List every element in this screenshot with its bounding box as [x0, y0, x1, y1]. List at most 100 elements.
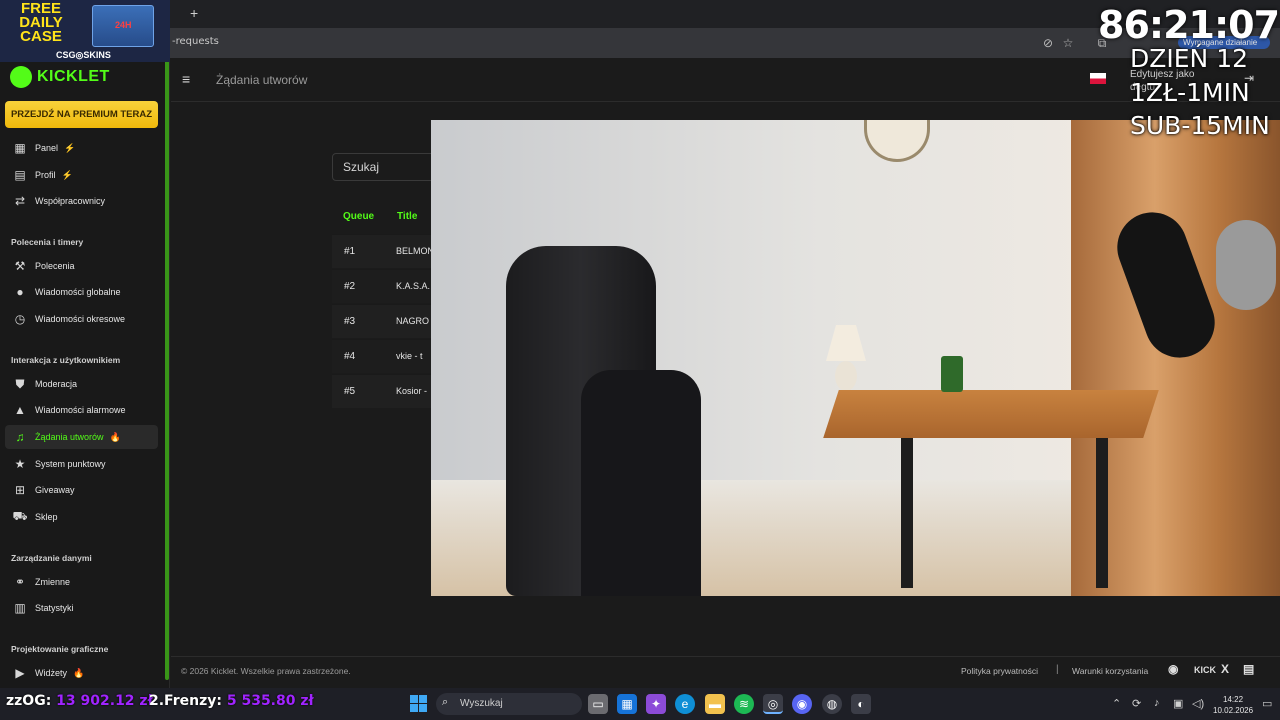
sidebar-scrollbar[interactable]: [165, 60, 169, 680]
footer-separator: |: [1056, 664, 1059, 675]
sidebar-item-shop[interactable]: ⛟ Sklep: [5, 505, 158, 529]
sidebar-item-label: Wiadomości alarmowe: [35, 405, 126, 415]
sidebar-item-label: Zmienne: [35, 577, 71, 587]
column-header-title[interactable]: Title: [397, 211, 417, 222]
chat-icon: ●: [16, 285, 24, 299]
sub-rate: SUB-15MIN: [1130, 111, 1270, 140]
new-tab-button[interactable]: +: [190, 5, 198, 21]
queue-cell: #1: [344, 246, 356, 257]
windows-start-icon[interactable]: [410, 695, 427, 712]
kick-link[interactable]: KICK: [1194, 665, 1216, 675]
copilot-icon[interactable]: ✦: [646, 694, 666, 714]
star-icon[interactable]: ☆: [1060, 35, 1076, 51]
edge-icon[interactable]: e: [675, 694, 695, 714]
file-explorer-icon[interactable]: ▬: [705, 694, 725, 714]
search-icon: ⌕: [442, 696, 449, 708]
search-input[interactable]: Szukaj: [332, 153, 442, 181]
spotify-icon[interactable]: ≋: [734, 694, 754, 714]
microphone-icon[interactable]: ♪: [1154, 697, 1160, 709]
microphone: [1216, 220, 1276, 310]
sidebar-item-points[interactable]: ★ System punktowy: [5, 452, 158, 476]
menu-toggle-icon[interactable]: ≡: [182, 71, 190, 87]
gift-icon: ⊞: [14, 483, 26, 497]
sidebar-item-label: Polecenia: [35, 261, 75, 271]
discord-icon[interactable]: ◉: [1168, 662, 1178, 676]
system-time: 14:22: [1223, 695, 1244, 704]
sidebar-item-periodic-messages[interactable]: ◷ Wiadomości okresowe: [5, 307, 158, 331]
lamp-base: [835, 361, 857, 391]
promo-banner: FREE DAILY CASE 24H CSG◎SKINS: [0, 0, 170, 62]
sidebar-item-variables[interactable]: ⚭ Zmienne: [5, 570, 158, 594]
sidebar-item-alerts[interactable]: ▲ Wiadomości alarmowe: [5, 398, 158, 422]
privacy-link[interactable]: Polityka prywatności: [961, 666, 1038, 676]
subathon-timer: 86:21:07: [1098, 3, 1280, 47]
case-box-label: 24H: [115, 20, 132, 30]
volume-icon[interactable]: ◁): [1192, 697, 1204, 710]
sidebar-item-collaborators[interactable]: ⇄ Współpracownicy: [5, 189, 158, 213]
sidebar-item-commands[interactable]: ⚒ Polecenia: [5, 254, 158, 278]
music-icon: ♫: [15, 430, 25, 444]
obs-icon[interactable]: ◍: [822, 694, 842, 714]
sidebar-item-statistics[interactable]: ▥ Statystyki: [5, 596, 158, 620]
discord-taskbar-icon[interactable]: ◉: [792, 694, 812, 714]
terms-link[interactable]: Warunki korzystania: [1072, 666, 1148, 676]
sidebar-item-widgets[interactable]: ▶ Widżety 🔥: [5, 661, 158, 685]
stat-zzog: zzOG: 13 902.12 zł: [6, 693, 153, 709]
table-row[interactable]: #3 NAGRO: [332, 304, 442, 338]
sidebar-item-label: Żądania utworów: [35, 432, 104, 442]
bar-chart-icon: ▥: [14, 601, 26, 615]
column-header-queue[interactable]: Queue: [343, 211, 374, 222]
clock-icon: ◷: [14, 312, 26, 326]
kicklet-logo-icon: [10, 66, 32, 88]
section-title: Interakcja z użytkownikiem: [11, 355, 121, 365]
brand[interactable]: KICKLET: [10, 66, 110, 88]
link-icon: ⚭: [14, 575, 26, 589]
sidebar-item-giveaway[interactable]: ⊞ Giveaway: [5, 478, 158, 502]
x-link[interactable]: X: [1221, 662, 1229, 676]
table-row[interactable]: #2 K.A.S.A.: [332, 269, 442, 303]
sidebar-item-panel[interactable]: ▦ Panel ⚡: [5, 136, 158, 160]
section-title: Zarządzanie danymi: [11, 553, 92, 563]
collaborators-icon: ⇄: [14, 194, 26, 208]
taskbar-search[interactable]: Wyszukaj: [436, 693, 582, 715]
sidebar-item-global-messages[interactable]: ● Wiadomości globalne: [5, 280, 158, 304]
promo-brand: CSG◎SKINS: [56, 50, 111, 60]
sidebar-item-label: Profil: [35, 170, 56, 180]
document-icon[interactable]: ▤: [1243, 662, 1254, 676]
main-header: [171, 58, 1280, 102]
webcam-app-icon[interactable]: ◐: [851, 694, 871, 714]
star-icon: ★: [14, 457, 26, 471]
task-view-icon[interactable]: ▭: [588, 694, 608, 714]
chrome-icon[interactable]: ◎: [763, 694, 783, 714]
cart-icon: ⛟: [12, 509, 28, 523]
table-row[interactable]: #1 BELMON: [332, 234, 442, 268]
dining-table: [823, 390, 1159, 438]
store-icon[interactable]: ▦: [617, 694, 637, 714]
sidebar-item-profile[interactable]: ▤ Profil ⚡: [5, 163, 158, 187]
network-icon[interactable]: ▣: [1173, 697, 1183, 710]
green-mug: [941, 356, 963, 392]
title-cell: NAGRO: [396, 316, 430, 326]
stat-frenzy: 2.Frenzy: 5 535.80 zł: [149, 693, 314, 709]
sidebar-item-moderation[interactable]: ⛊ Moderacja: [5, 372, 158, 396]
table-row[interactable]: #4 vkie - t: [332, 339, 442, 373]
premium-button[interactable]: PRZEJDŹ NA PREMIUM TERAZ: [5, 101, 158, 128]
table-row[interactable]: #5 Kosior -: [332, 374, 442, 408]
shield-icon: ⛊: [15, 376, 25, 391]
sidebar-item-label: Widżety: [35, 668, 68, 678]
camera-blocked-icon[interactable]: ⊘: [1040, 35, 1056, 51]
sidebar-item-song-requests[interactable]: ♫ Żądania utworów 🔥: [5, 425, 158, 449]
webcam-overlay: [431, 120, 1280, 596]
sidebar-item-label: Moderacja: [35, 379, 78, 389]
tray-chevron-icon[interactable]: ⌃: [1112, 697, 1121, 710]
sidebar-item-label: Panel: [35, 143, 59, 153]
sidebar-item-label: System punktowy: [35, 459, 106, 469]
video-icon: ▶: [15, 666, 25, 680]
sync-icon[interactable]: ⟳: [1132, 697, 1141, 710]
url-text[interactable]: -requests: [172, 36, 219, 47]
copyright: © 2026 Kicklet. Wszelkie prawa zastrzeżo…: [181, 666, 351, 676]
notifications-icon[interactable]: ▭: [1262, 697, 1272, 710]
system-clock[interactable]: 14:22 10.02.2026: [1213, 694, 1253, 716]
donation-rate: 1ZŁ-1MIN: [1130, 78, 1250, 107]
language-flag-icon[interactable]: [1090, 73, 1106, 84]
